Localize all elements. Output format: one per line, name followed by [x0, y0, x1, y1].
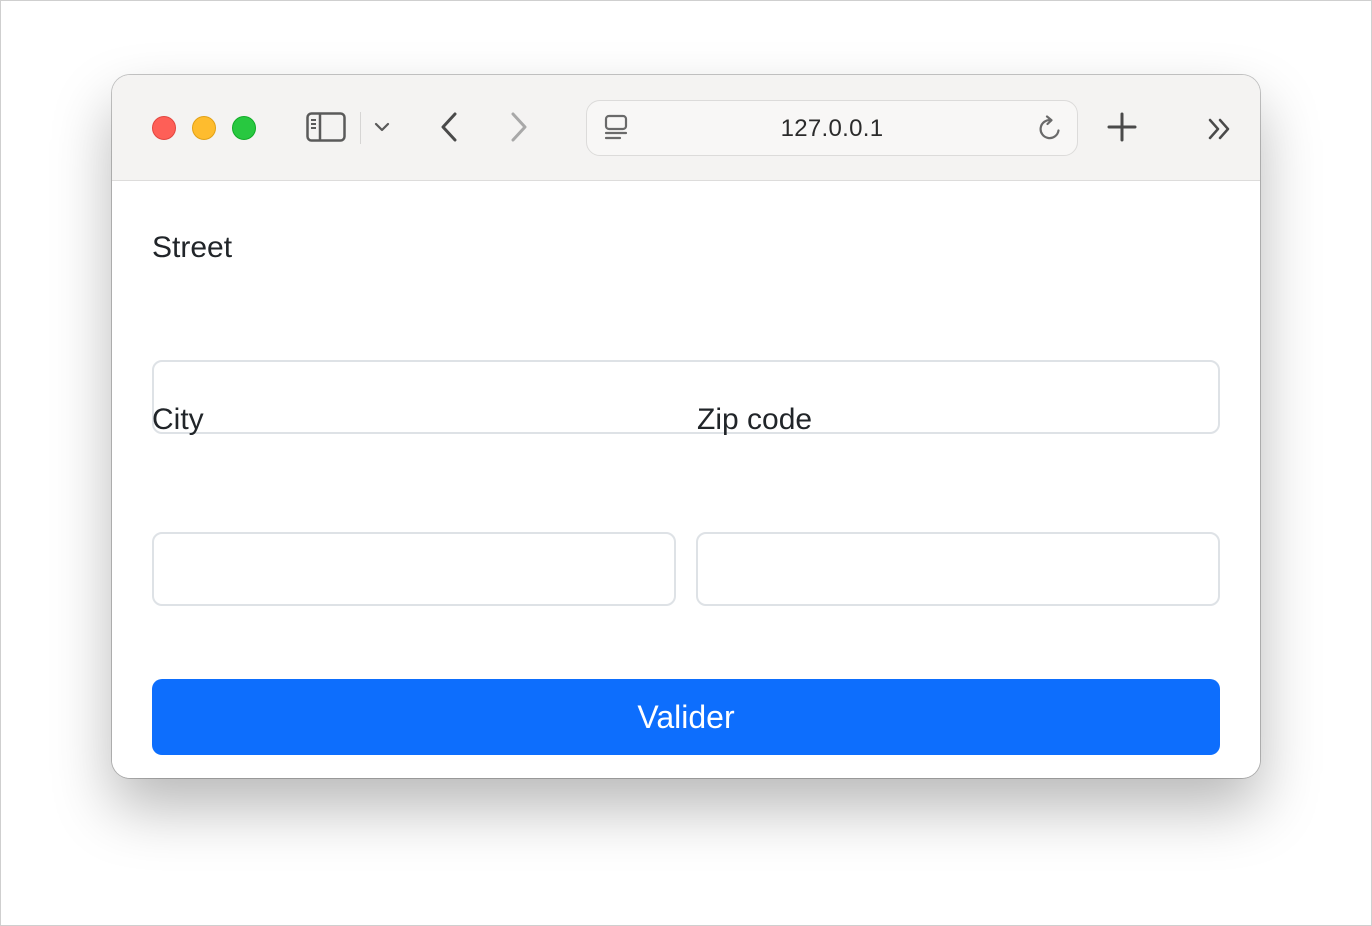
- chevron-left-icon[interactable]: [432, 105, 466, 149]
- city-label: City: [152, 403, 204, 436]
- toolbar-divider: [360, 112, 361, 144]
- browser-toolbar: 127.0.0.1: [112, 75, 1260, 181]
- zip-code-field[interactable]: [696, 532, 1220, 606]
- minimize-window-button[interactable]: [192, 116, 216, 140]
- close-window-button[interactable]: [152, 116, 176, 140]
- city-field[interactable]: [152, 532, 676, 606]
- chevron-down-icon[interactable]: [370, 115, 394, 139]
- plus-icon[interactable]: [1104, 109, 1140, 145]
- chevron-right-icon[interactable]: [502, 105, 536, 149]
- address-bar[interactable]: 127.0.0.1: [586, 100, 1078, 156]
- sidebar-icon[interactable]: [302, 107, 350, 147]
- page-content: Street City Zip code Valider sf: [112, 181, 1260, 778]
- zoom-window-button[interactable]: [232, 116, 256, 140]
- submit-button-label: Valider: [637, 698, 735, 735]
- url-text[interactable]: 127.0.0.1: [587, 115, 1077, 143]
- submit-button[interactable]: Valider: [152, 679, 1220, 755]
- street-field[interactable]: [152, 360, 1220, 434]
- street-label: Street: [152, 231, 233, 264]
- zip-code-label: Zip code: [697, 403, 813, 436]
- browser-window: 127.0.0.1 Street City Zip code Valider: [112, 75, 1260, 778]
- reload-icon[interactable]: [1036, 115, 1064, 143]
- double-chevron-right-icon[interactable]: [1202, 111, 1238, 147]
